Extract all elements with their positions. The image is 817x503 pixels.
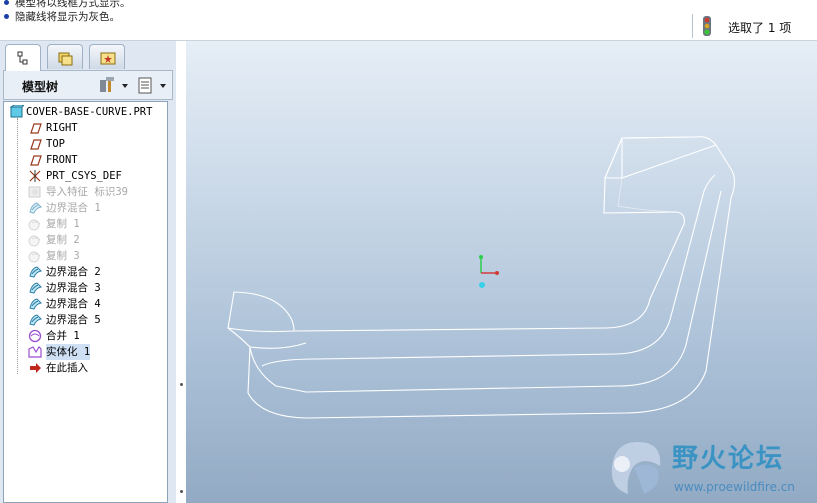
watermark-logo-icon [611,442,661,494]
watermark-title: 野火论坛 [672,444,785,474]
tree-item-label: 边界混合 1 [46,202,101,214]
tree-item[interactable]: RIGHT [4,120,164,136]
solidify-icon [28,346,42,358]
favorites-icon [100,52,116,65]
graphics-viewport[interactable] [186,41,817,503]
wireframe-model [227,136,736,419]
tree-item[interactable]: 导入特征 标识39 [4,184,164,200]
status-divider [692,14,693,38]
tree-settings-button[interactable] [98,76,132,96]
tree-item[interactable]: 复制 3 [4,248,164,264]
tree-item[interactable]: TOP [4,136,164,152]
copy-icon [28,219,41,231]
coordinate-system-icon [29,170,41,182]
boundary-blend-icon [29,314,42,326]
datum-plane-icon [30,123,42,134]
model-tree-tab-icon [17,51,28,65]
tree-root-item[interactable]: COVER-BASE-CURVE.PRT [4,104,164,120]
tree-item-label: 合并 1 [46,330,80,342]
tree-item[interactable]: 合并 1 [4,328,164,344]
message-text: 模型将以线框方式显示。 [15,0,131,9]
model-tree[interactable]: COVER-BASE-CURVE.PRT RIGHT TOP FRONT PRT_CS… [3,101,168,503]
model-tree-title: 模型树 [22,80,59,94]
tree-item[interactable]: 边界混合 4 [4,296,164,312]
tree-item[interactable]: 边界混合 1 [4,200,164,216]
tree-item-label: 边界混合 3 [46,282,101,294]
datum-plane-icon [30,139,42,150]
datum-plane-icon [30,155,42,166]
splitter-handle[interactable] [180,490,183,493]
tree-item[interactable]: 复制 2 [4,232,164,248]
tree-item-label: 导入特征 标识39 [46,186,128,198]
traffic-light-icon[interactable] [702,16,712,36]
tools-icon [100,77,114,92]
navigator-panel: 模型树 COVER-BASE-CURVE.PRT RIGHT TOP FRONT… [0,41,176,503]
tree-item-label: TOP [46,138,65,150]
tree-item-label: FRONT [46,154,78,166]
favorites-tab[interactable] [89,44,125,69]
tree-item[interactable]: PRT_CSYS_DEF [4,168,164,184]
watermark-url: www.proewildfire.cn [674,480,795,494]
model-tree-tab[interactable] [5,44,41,71]
message-area: 模型将以线框方式显示。 隐藏线将显示为灰色。 选取了 1 项 [0,0,817,41]
splitter-handle[interactable] [180,383,183,386]
tree-item[interactable]: FRONT [4,152,164,168]
merge-icon [28,329,42,343]
message-line: 隐藏线将显示为灰色。 [4,10,120,24]
tree-item-label: 复制 2 [46,234,80,246]
tree-item[interactable]: 边界混合 3 [4,280,164,296]
message-text: 隐藏线将显示为灰色。 [15,11,120,23]
message-bullet-icon [4,13,9,19]
chevron-down-icon [160,84,166,88]
import-feature-icon [28,186,41,198]
folder-icon [58,52,73,66]
message-bullet-icon [4,0,9,5]
folder-browser-tab[interactable] [47,44,83,69]
copy-icon [28,251,41,263]
tree-item-label: 边界混合 2 [46,266,101,278]
tree-item-label: 复制 3 [46,250,80,262]
part-icon [10,105,24,118]
tree-item-label: 复制 1 [46,218,80,230]
selection-status-area: 选取了 1 项 [692,12,817,40]
list-icon [138,77,152,94]
watermark: 野火论坛 www.proewildfire.cn [604,436,817,503]
csys-marker-icon [479,255,499,288]
tree-scrollbar[interactable] [169,101,176,503]
tree-item-label: 实体化 1 [46,344,91,360]
boundary-blend-icon [29,282,42,294]
tree-item-label: RIGHT [46,122,78,134]
selection-count[interactable]: 选取了 1 项 [728,19,791,36]
copy-icon [28,235,41,247]
tree-item[interactable]: 实体化 1 [4,344,164,360]
boundary-blend-icon [29,202,42,214]
insert-here-arrow-icon [30,363,41,373]
tree-item[interactable]: 边界混合 5 [4,312,164,328]
tree-item-label: 边界混合 5 [46,314,101,326]
message-line: 模型将以线框方式显示。 [4,0,131,10]
tree-item-label: 边界混合 4 [46,298,101,310]
tree-item-label: PRT_CSYS_DEF [46,170,122,182]
tree-item-label: 在此插入 [46,362,88,374]
tree-root-label: COVER-BASE-CURVE.PRT [26,106,153,118]
boundary-blend-icon [29,266,42,278]
tree-item[interactable]: 复制 1 [4,216,164,232]
model-tree-header: 模型树 [3,70,173,100]
chevron-down-icon [122,84,128,88]
tree-item[interactable]: 边界混合 2 [4,264,164,280]
show-options-button[interactable] [136,76,172,96]
boundary-blend-icon [29,298,42,310]
tree-item[interactable]: 在此插入 [4,360,164,376]
